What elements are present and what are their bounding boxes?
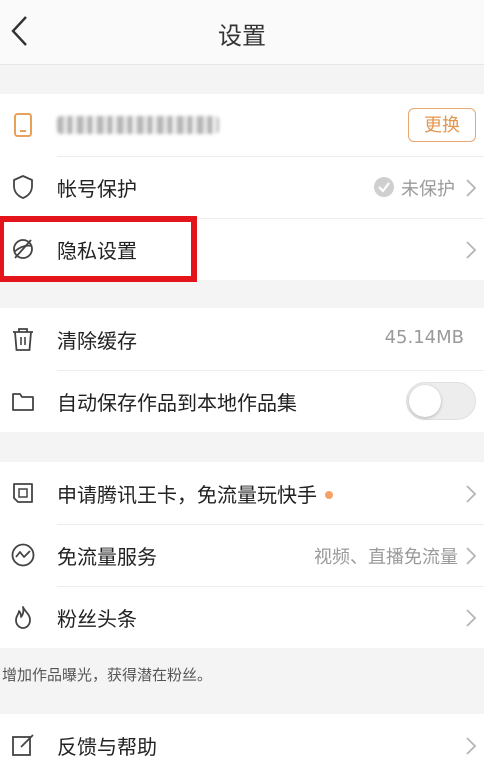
feedback-row[interactable]: 反馈与帮助	[0, 714, 484, 776]
chevron-right-icon	[466, 737, 477, 755]
trend-icon	[11, 543, 35, 567]
account-protection-row[interactable]: 帐号保护 未保护	[0, 156, 484, 218]
phone-icon	[14, 113, 32, 137]
chevron-right-icon	[466, 241, 477, 259]
phone-row: 更换	[0, 94, 484, 156]
autosave-row: 自动保存作品到本地作品集	[0, 370, 484, 432]
feedback-label: 反馈与帮助	[57, 735, 157, 759]
folder-icon	[12, 393, 34, 411]
fans-headline-hint: 增加作品曝光，获得潜在粉丝。	[2, 666, 213, 684]
chevron-right-icon	[466, 547, 477, 565]
free-traffic-label: 免流量服务	[57, 545, 157, 569]
clear-cache-row[interactable]: 清除缓存 45.14MB	[0, 308, 484, 370]
wangka-row[interactable]: 申请腾讯王卡，免流量玩快手	[0, 462, 484, 524]
check-circle-icon	[374, 177, 394, 197]
clear-cache-label: 清除缓存	[57, 329, 137, 353]
free-traffic-row[interactable]: 免流量服务 视频、直播免流量	[0, 524, 484, 586]
phone-number-masked	[57, 116, 219, 134]
page-title: 设置	[218, 22, 266, 50]
shield-icon	[13, 175, 33, 199]
chevron-right-icon	[466, 609, 477, 627]
autosave-toggle[interactable]	[406, 382, 476, 420]
flame-icon	[15, 606, 31, 629]
feedback-section: 反馈与帮助	[0, 714, 484, 776]
toggle-knob	[409, 385, 441, 417]
top-bar: 设置	[0, 0, 484, 65]
fans-headline-label: 粉丝头条	[57, 607, 137, 631]
protection-status: 未保护	[401, 179, 455, 200]
autosave-label: 自动保存作品到本地作品集	[57, 391, 297, 415]
sim-card-icon	[13, 483, 33, 503]
free-traffic-value: 视频、直播免流量	[314, 547, 458, 568]
trash-icon	[13, 328, 33, 351]
services-section: 申请腾讯王卡，免流量玩快手 免流量服务 视频、直播免流量 粉丝头条	[0, 462, 484, 648]
wangka-label: 申请腾讯王卡，免流量玩快手	[57, 479, 333, 508]
notification-dot	[325, 490, 333, 499]
account-protection-label: 帐号保护	[57, 177, 137, 201]
change-phone-button[interactable]: 更换	[408, 108, 476, 142]
chevron-right-icon	[466, 485, 477, 503]
storage-section: 清除缓存 45.14MB 自动保存作品到本地作品集	[0, 308, 484, 432]
edit-icon	[12, 734, 34, 756]
cache-size: 45.14MB	[384, 327, 464, 348]
chevron-right-icon	[466, 179, 477, 197]
privacy-highlight-box	[0, 216, 197, 282]
fans-headline-row[interactable]: 粉丝头条	[0, 586, 484, 648]
